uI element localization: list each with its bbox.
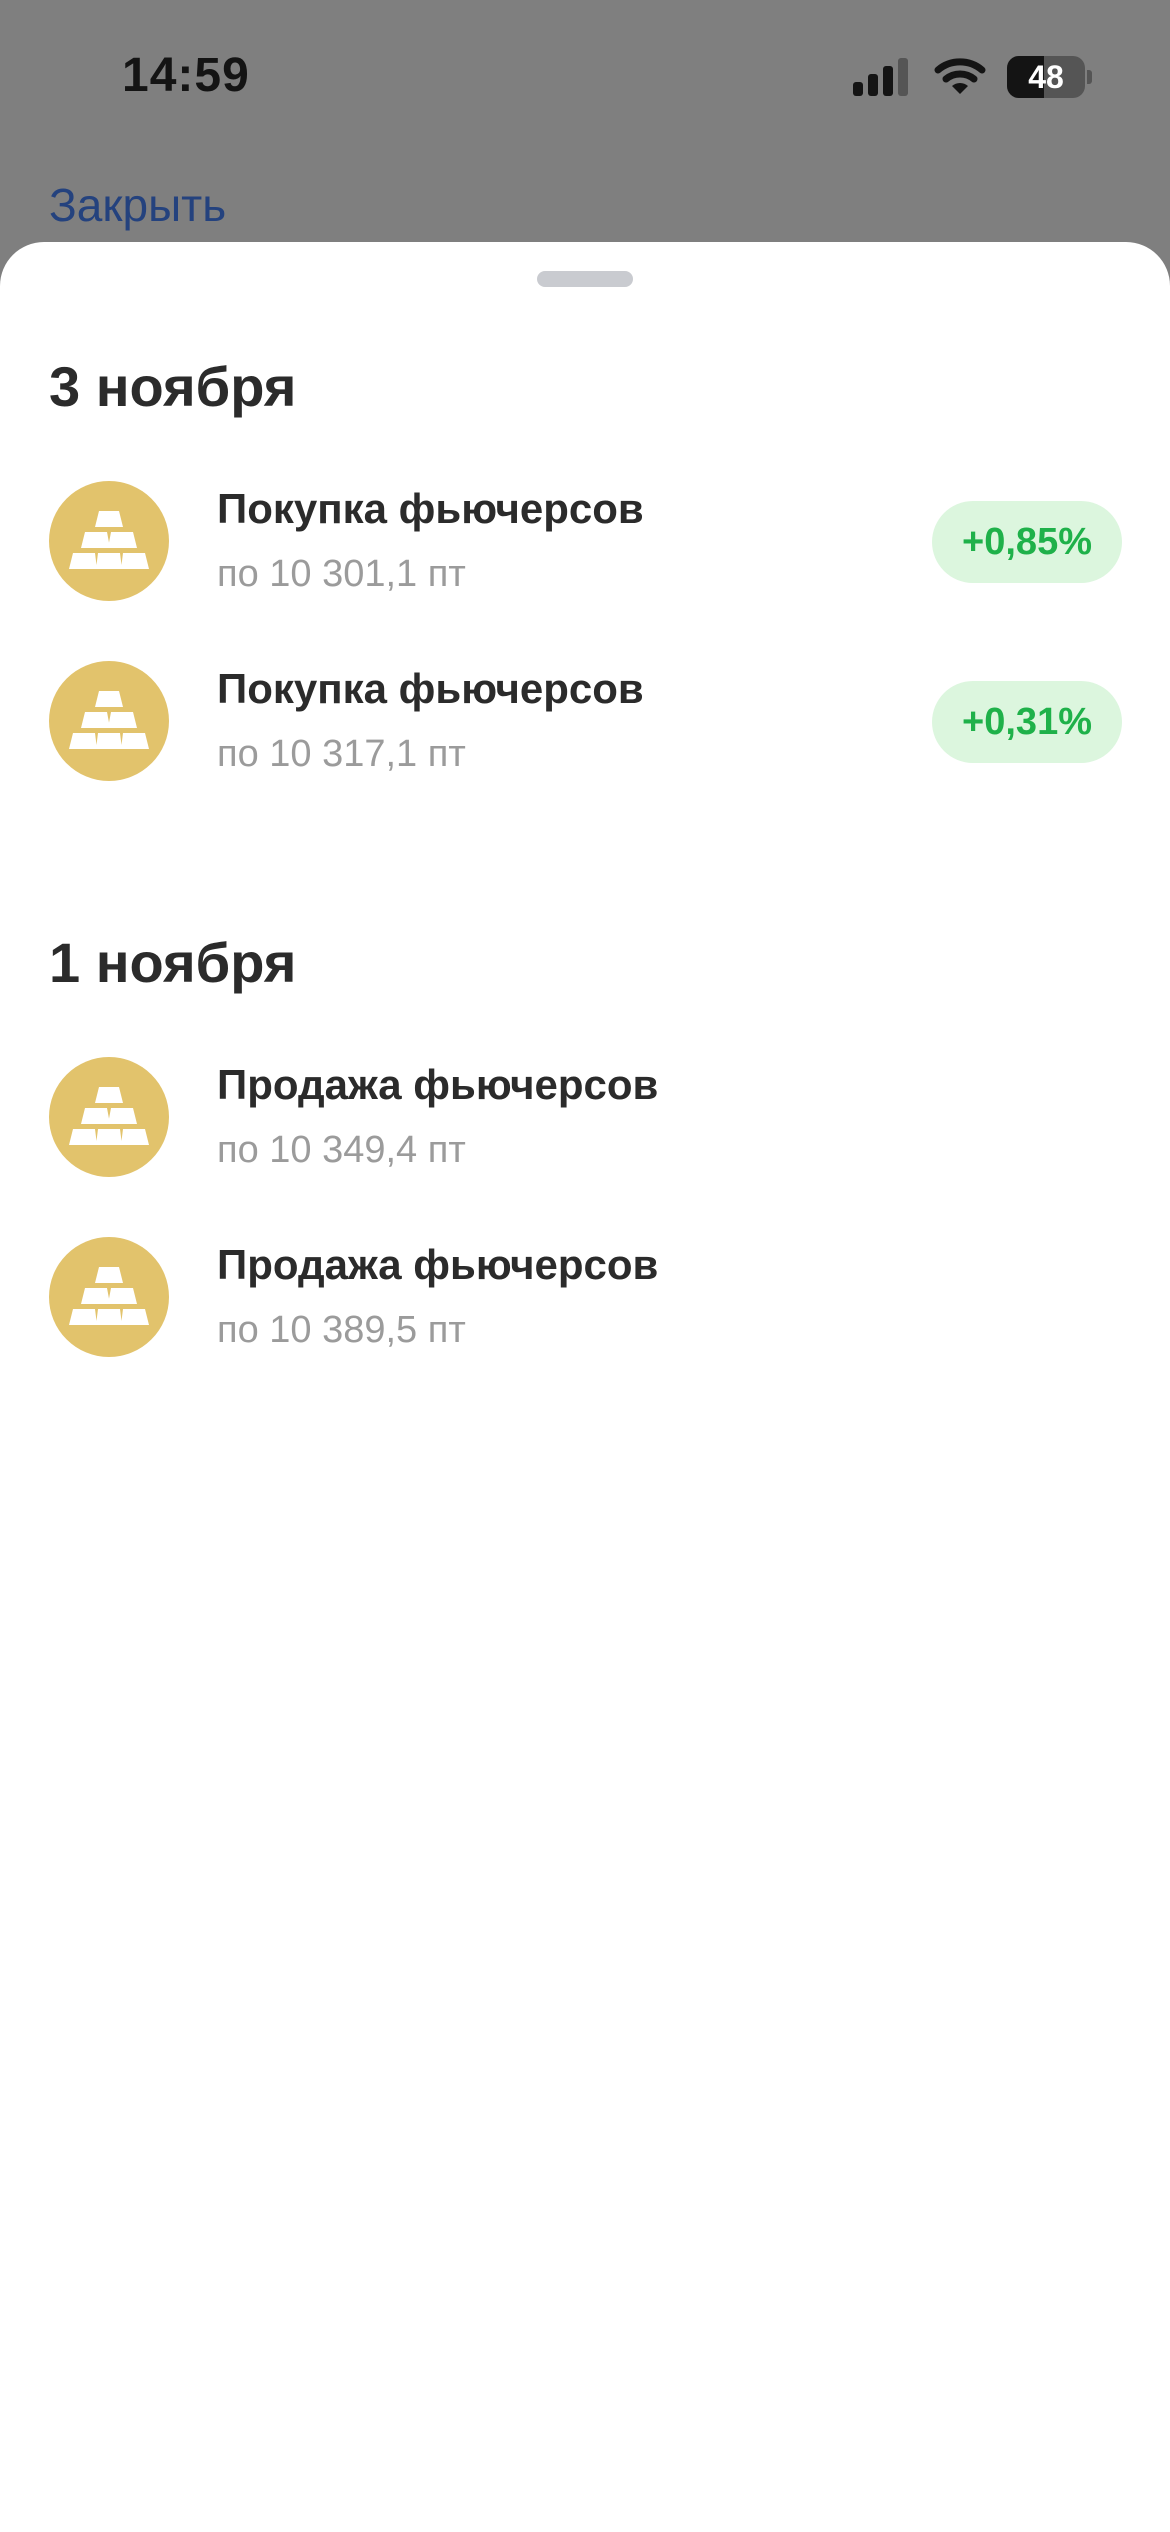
gold-bars-icon	[49, 661, 169, 781]
section-date-heading: 1 ноября	[49, 931, 297, 994]
operations-sheet: 3 ноября Покупка фьючерсов по 10 301,1 п…	[0, 242, 1170, 2532]
gold-bars-icon	[49, 481, 169, 601]
gold-bars-icon	[49, 1057, 169, 1177]
transaction-price: по 10 349,4 пт	[217, 1129, 466, 1171]
transaction-title: Покупка фьючерсов	[217, 485, 644, 532]
transaction-row[interactable]: Продажа фьючерсов по 10 389,5 пт	[0, 1217, 1170, 1377]
transaction-change-badge: +0,31%	[932, 681, 1122, 763]
close-button[interactable]: Закрыть	[49, 178, 226, 232]
gold-bars-icon	[49, 1237, 169, 1357]
wifi-icon	[934, 58, 986, 94]
transaction-price: по 10 389,5 пт	[217, 1309, 466, 1351]
transaction-row[interactable]: Покупка фьючерсов по 10 317,1 пт +0,31%	[0, 641, 1170, 801]
transaction-row[interactable]: Продажа фьючерсов по 10 349,4 пт	[0, 1037, 1170, 1197]
sheet-grabber[interactable]	[537, 271, 633, 287]
transaction-change-badge: +0,85%	[932, 501, 1122, 583]
status-time: 14:59	[122, 49, 250, 102]
transaction-title: Покупка фьючерсов	[217, 665, 644, 712]
transaction-row[interactable]: Покупка фьючерсов по 10 301,1 пт +0,85%	[0, 461, 1170, 621]
cellular-signal-icon	[853, 58, 908, 96]
transaction-price: по 10 301,1 пт	[217, 553, 466, 595]
transaction-title: Продажа фьючерсов	[217, 1241, 659, 1288]
battery-icon: 48	[1007, 56, 1092, 100]
transaction-price: по 10 317,1 пт	[217, 733, 466, 775]
battery-level: 48	[1028, 59, 1064, 95]
section-date-heading: 3 ноября	[49, 355, 297, 418]
transaction-title: Продажа фьючерсов	[217, 1061, 659, 1108]
status-bar: 14:59 48	[0, 0, 1170, 150]
